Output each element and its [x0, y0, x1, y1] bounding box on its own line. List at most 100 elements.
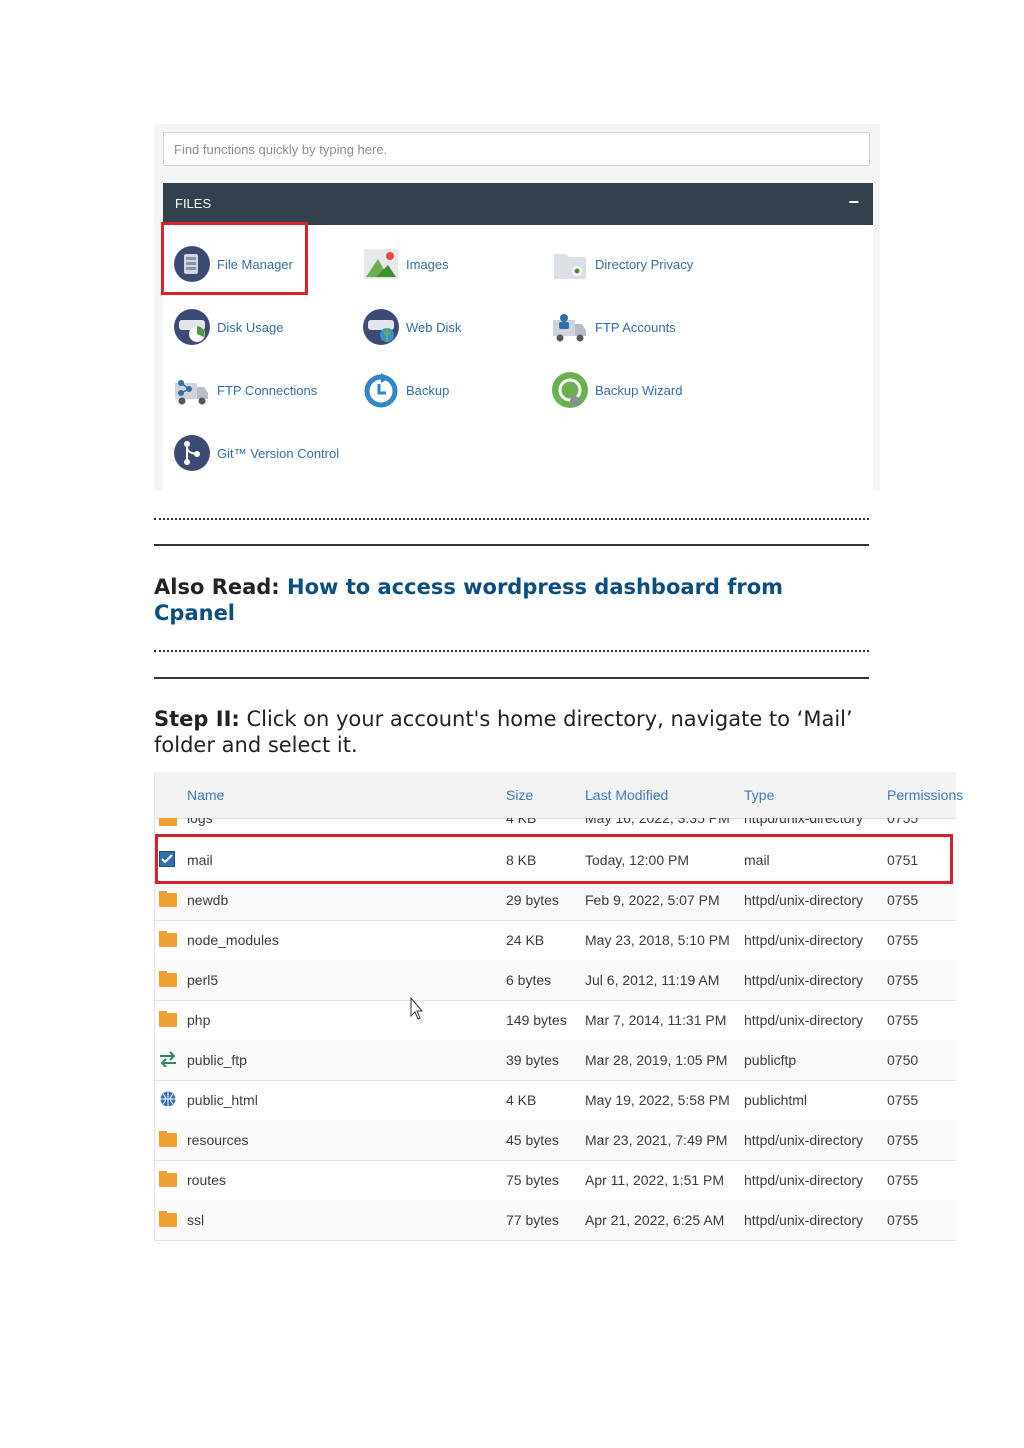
folder-icon: [159, 931, 177, 947]
disk-usage-icon: [174, 309, 210, 345]
cell-modified: Feb 9, 2022, 5:07 PM: [585, 892, 720, 908]
cell-modified: Mar 28, 2019, 1:05 PM: [585, 1052, 728, 1068]
backup-wizard-link[interactable]: Backup Wizard: [551, 363, 682, 417]
cell-type: httpd/unix-directory: [744, 932, 864, 948]
table-row[interactable]: perl5 6 bytes Jul 6, 2012, 11:19 AM httpd/u…: [155, 960, 956, 1001]
cell-name: routes: [187, 1172, 226, 1188]
table-row[interactable]: public_ftp 39 bytes Mar 28, 2019, 1:05 PM p…: [155, 1040, 956, 1081]
cell-name: public_ftp: [187, 1052, 247, 1068]
dotted-divider: [154, 518, 869, 520]
section-title: FILES: [175, 196, 212, 211]
item-label: Images: [406, 256, 449, 272]
cell-name: public_html: [187, 1092, 258, 1108]
table-row[interactable]: logs 4 KB May 16, 2022, 3:35 PM httpd/un…: [155, 818, 956, 830]
file-manager-table: Name Size Last Modified Type Permissions…: [154, 772, 963, 1242]
folder-icon: [159, 891, 177, 907]
ftp-connections-icon: [175, 380, 208, 405]
directory-privacy-link[interactable]: Directory Privacy: [551, 237, 693, 291]
column-size[interactable]: Size: [506, 787, 533, 803]
cell-type: publicftp: [744, 1052, 797, 1068]
column-type[interactable]: Type: [744, 787, 774, 803]
transfer-arrows-icon: [160, 1051, 176, 1067]
cell-modified: May 19, 2022, 5:58 PM: [585, 1092, 730, 1108]
mouse-cursor-icon: [410, 997, 424, 1020]
cell-type: httpd/unix-directory: [744, 818, 864, 826]
cell-name: newdb: [187, 892, 229, 908]
files-section-header[interactable]: FILES −: [163, 183, 873, 225]
item-label: Backup: [406, 382, 450, 398]
table-row[interactable]: routes 75 bytes Apr 11, 2022, 1:51 PM httpd…: [155, 1160, 956, 1201]
table-row[interactable]: resources 45 bytes Mar 23, 2021, 7:49 PM ht…: [155, 1120, 956, 1161]
column-name[interactable]: Name: [187, 787, 224, 803]
web-disk-link[interactable]: Web Disk: [362, 300, 461, 354]
item-label: Git™ Version Control: [217, 445, 340, 461]
cell-permissions: 0755: [887, 1172, 919, 1188]
cell-name: resources: [187, 1132, 249, 1148]
cell-size: 149 bytes: [506, 1012, 567, 1028]
also-read: Also Read: How to access wordpress dashb…: [154, 574, 869, 626]
table-row[interactable]: php 149 bytes Mar 7, 2014, 11:31 PM httpd/u…: [155, 1000, 956, 1041]
folder-icon: [159, 1211, 177, 1227]
git-icon: [174, 435, 210, 471]
cell-type: httpd/unix-directory: [744, 1172, 864, 1188]
item-label: Directory Privacy: [595, 256, 694, 272]
images-link[interactable]: Images: [362, 237, 449, 291]
folder-icon: [159, 971, 177, 987]
cell-modified: Jul 6, 2012, 11:19 AM: [585, 972, 720, 988]
cell-permissions: 0755: [887, 972, 919, 988]
cell-modified: Apr 21, 2022, 6:25 AM: [585, 1212, 725, 1228]
table-row[interactable]: ssl 77 bytes Apr 21, 2022, 6:25 AM httpd/un…: [155, 1200, 956, 1241]
cell-size: 77 bytes: [506, 1212, 559, 1228]
cell-permissions: 0755: [887, 932, 919, 948]
search-input[interactable]: Find functions quickly by typing here.: [163, 132, 870, 166]
column-permissions[interactable]: Permissions: [887, 787, 963, 803]
cell-size: 4 KB: [506, 818, 537, 826]
directory-privacy-icon: [554, 254, 586, 279]
item-label: FTP Accounts: [595, 319, 676, 335]
ftp-accounts-link[interactable]: FTP Accounts: [551, 300, 676, 354]
cell-type: httpd/unix-directory: [744, 1012, 864, 1028]
table-row[interactable]: public_html 4 KB May 19, 2022, 5:58 PM publ…: [155, 1080, 956, 1121]
table-header: Name Size Last Modified Type Permissions: [155, 772, 963, 819]
folder-icon: [159, 1131, 177, 1147]
table-row[interactable]: newdb 29 bytes Feb 9, 2022, 5:07 PM httpd/u…: [155, 880, 956, 921]
backup-wizard-icon: [552, 372, 588, 408]
item-label: Web Disk: [406, 319, 462, 335]
web-disk-icon: [363, 309, 399, 345]
backup-link[interactable]: Backup: [362, 363, 449, 417]
solid-divider: [154, 677, 869, 679]
cell-modified: Mar 7, 2014, 11:31 PM: [585, 1012, 727, 1028]
cell-type: httpd/unix-directory: [744, 972, 864, 988]
also-read-prefix: Also Read:: [154, 575, 288, 599]
cell-size: 4 KB: [506, 1092, 537, 1108]
cell-size: 24 KB: [506, 932, 545, 948]
images-icon: [364, 249, 398, 279]
folder-icon: [159, 1011, 177, 1027]
ftp-accounts-icon: [553, 314, 586, 342]
step-two-instruction: Step II: Click on your account's home di…: [154, 706, 869, 758]
mail-row-highlight: [155, 834, 953, 884]
column-last-modified[interactable]: Last Modified: [585, 787, 668, 803]
ftp-connections-link[interactable]: FTP Connections: [173, 363, 317, 417]
collapse-icon[interactable]: −: [848, 192, 859, 213]
cell-permissions: 0755: [887, 1212, 919, 1228]
git-version-control-link[interactable]: Git™ Version Control: [173, 426, 339, 480]
cell-size: 29 bytes: [506, 892, 559, 908]
cell-permissions: 0755: [887, 1092, 919, 1108]
cell-permissions: 0755: [887, 818, 919, 826]
backup-icon: [364, 373, 398, 408]
step-label: Step II:: [154, 707, 240, 731]
table-row[interactable]: node_modules 24 KB May 23, 2018, 5:10 PM ht…: [155, 920, 956, 961]
item-label: FTP Connections: [217, 382, 318, 398]
cell-type: httpd/unix-directory: [744, 1212, 864, 1228]
disk-usage-link[interactable]: Disk Usage: [173, 300, 283, 354]
cell-size: 6 bytes: [506, 972, 552, 988]
cell-type: httpd/unix-directory: [744, 892, 864, 908]
cell-name: node_modules: [187, 932, 279, 948]
cell-modified: May 16, 2022, 3:35 PM: [585, 818, 730, 826]
cell-permissions: 0755: [887, 1012, 919, 1028]
cell-permissions: 0755: [887, 892, 919, 908]
item-label: Backup Wizard: [595, 382, 683, 398]
cell-size: 75 bytes: [506, 1172, 559, 1188]
cell-type: httpd/unix-directory: [744, 1132, 864, 1148]
